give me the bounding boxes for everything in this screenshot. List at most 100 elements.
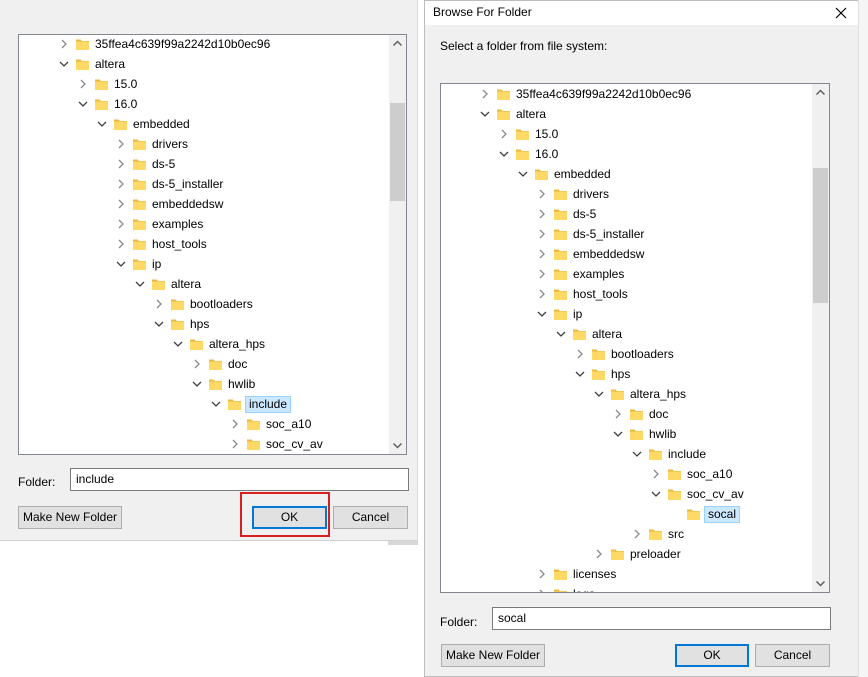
tree-scrollbar-left[interactable]	[389, 35, 406, 454]
chevron-down-icon[interactable]	[209, 397, 223, 411]
chevron-down-icon[interactable]	[535, 307, 549, 321]
tree-item-embedded[interactable]: embedded	[19, 115, 406, 135]
chevron-down-icon[interactable]	[554, 327, 568, 341]
chevron-down-icon[interactable]	[171, 337, 185, 351]
chevron-right-icon[interactable]	[478, 87, 492, 101]
chevron-right-icon[interactable]	[114, 137, 128, 151]
chevron-right-icon[interactable]	[76, 77, 90, 91]
tree-scrollbar[interactable]	[812, 84, 829, 592]
folder-tree-left[interactable]: soc_cv_av soc_a10 include hwlib doc altera_hp…	[18, 34, 407, 455]
tree-item-include[interactable]: include	[19, 395, 406, 415]
chevron-down-icon[interactable]	[478, 107, 492, 121]
chevron-right-icon[interactable]	[152, 297, 166, 311]
chevron-right-icon[interactable]	[114, 237, 128, 251]
tree-item-bootloaders[interactable]: bootloaders	[441, 345, 829, 365]
chevron-down-icon[interactable]	[76, 97, 90, 111]
tree-item-host-tools[interactable]: host_tools	[19, 235, 406, 255]
tree-item-ip[interactable]: ip	[441, 305, 829, 325]
tree-item-embedded[interactable]: embedded	[441, 165, 829, 185]
chevron-down-icon[interactable]	[592, 387, 606, 401]
scroll-down-arrow-icon[interactable]	[389, 437, 406, 454]
tree-item-licenses[interactable]: licenses	[441, 565, 829, 585]
chevron-down-icon[interactable]	[630, 447, 644, 461]
folder-path-field[interactable]: socal	[492, 607, 831, 630]
tree-item-15-0[interactable]: 15.0	[19, 75, 406, 95]
chevron-down-icon[interactable]	[152, 317, 166, 331]
tree-item-hwlib[interactable]: hwlib	[19, 375, 406, 395]
chevron-right-icon[interactable]	[497, 127, 511, 141]
tree-item-ds-5-installer[interactable]: ds-5_installer	[441, 225, 829, 245]
tree-item-ds-5-installer[interactable]: ds-5_installer	[19, 175, 406, 195]
tree-item-include[interactable]: include	[441, 445, 829, 465]
chevron-right-icon[interactable]	[114, 177, 128, 191]
chevron-down-icon[interactable]	[57, 57, 71, 71]
tree-item-soc-cv-av[interactable]: soc_cv_av	[441, 485, 829, 505]
make-new-folder-button[interactable]: Make New Folder	[18, 506, 122, 529]
chevron-right-icon[interactable]	[535, 267, 549, 281]
chevron-right-icon[interactable]	[228, 417, 242, 431]
tree-item-35ffea4c639f99a2242d10b0ec96[interactable]: 35ffea4c639f99a2242d10b0ec96	[441, 85, 829, 105]
scroll-thumb[interactable]	[390, 103, 405, 201]
chevron-right-icon[interactable]	[535, 247, 549, 261]
chevron-down-icon[interactable]	[95, 117, 109, 131]
tree-item-altera-hps[interactable]: altera_hps	[19, 335, 406, 355]
tree-item-ip[interactable]: ip	[19, 255, 406, 275]
tree-item-embeddedsw[interactable]: embeddedsw	[19, 195, 406, 215]
tree-item-preloader[interactable]: preloader	[441, 545, 829, 565]
chevron-right-icon[interactable]	[228, 437, 242, 451]
tree-item-altera[interactable]: altera	[19, 275, 406, 295]
chevron-down-icon[interactable]	[133, 277, 147, 291]
tree-item-drivers[interactable]: drivers	[19, 135, 406, 155]
scroll-down-arrow-icon[interactable]	[812, 575, 829, 592]
tree-item-altera-hps[interactable]: altera_hps	[441, 385, 829, 405]
chevron-right-icon[interactable]	[535, 287, 549, 301]
tree-item-15-0[interactable]: 15.0	[441, 125, 829, 145]
chevron-right-icon[interactable]	[535, 567, 549, 581]
tree-item-ds-5[interactable]: ds-5	[441, 205, 829, 225]
chevron-down-icon[interactable]	[516, 167, 530, 181]
chevron-down-icon[interactable]	[114, 257, 128, 271]
chevron-down-icon[interactable]	[649, 487, 663, 501]
chevron-down-icon[interactable]	[611, 427, 625, 441]
tree-item-src[interactable]: src	[441, 525, 829, 545]
folder-path-field[interactable]: include	[70, 468, 409, 491]
tree-item-doc[interactable]: doc	[19, 355, 406, 375]
chevron-right-icon[interactable]	[592, 547, 606, 561]
tree-item-logs[interactable]: logs	[441, 585, 829, 592]
chevron-down-icon[interactable]	[190, 377, 204, 391]
tree-item-doc[interactable]: doc	[441, 405, 829, 425]
chevron-right-icon[interactable]	[630, 527, 644, 541]
chevron-right-icon[interactable]	[114, 217, 128, 231]
cancel-button[interactable]: Cancel	[333, 506, 408, 529]
scroll-up-arrow-icon[interactable]	[389, 35, 406, 52]
tree-item-35ffea4c639f99a2242d10b0ec96[interactable]: 35ffea4c639f99a2242d10b0ec96	[19, 35, 406, 55]
chevron-down-icon[interactable]	[573, 367, 587, 381]
tree-item-hwlib[interactable]: hwlib	[441, 425, 829, 445]
tree-item-hps[interactable]: hps	[441, 365, 829, 385]
chevron-right-icon[interactable]	[535, 227, 549, 241]
close-icon[interactable]	[832, 4, 850, 22]
scroll-thumb[interactable]	[813, 168, 828, 303]
chevron-right-icon[interactable]	[190, 357, 204, 371]
tree-item-soc-cv-av[interactable]: soc_cv_av	[19, 435, 406, 454]
tree-item-altera[interactable]: altera	[19, 55, 406, 75]
tree-item-soc-a10[interactable]: soc_a10	[441, 465, 829, 485]
make-new-folder-button[interactable]: Make New Folder	[441, 644, 545, 667]
tree-item-hps[interactable]: hps	[19, 315, 406, 335]
chevron-right-icon[interactable]	[57, 37, 71, 51]
tree-item-ds-5[interactable]: ds-5	[19, 155, 406, 175]
chevron-right-icon[interactable]	[535, 187, 549, 201]
folder-tree[interactable]: logs licenses preloader src socal soc_cv_av so…	[440, 83, 830, 593]
tree-item-drivers[interactable]: drivers	[441, 185, 829, 205]
tree-item-16-0[interactable]: 16.0	[19, 95, 406, 115]
tree-item-altera[interactable]: altera	[441, 325, 829, 345]
tree-item-examples[interactable]: examples	[441, 265, 829, 285]
tree-item-bootloaders[interactable]: bootloaders	[19, 295, 406, 315]
chevron-right-icon[interactable]	[535, 207, 549, 221]
chevron-right-icon[interactable]	[114, 197, 128, 211]
chevron-right-icon[interactable]	[573, 347, 587, 361]
chevron-right-icon[interactable]	[611, 407, 625, 421]
scroll-up-arrow-icon[interactable]	[812, 84, 829, 101]
chevron-right-icon[interactable]	[535, 587, 549, 592]
chevron-right-icon[interactable]	[114, 157, 128, 171]
